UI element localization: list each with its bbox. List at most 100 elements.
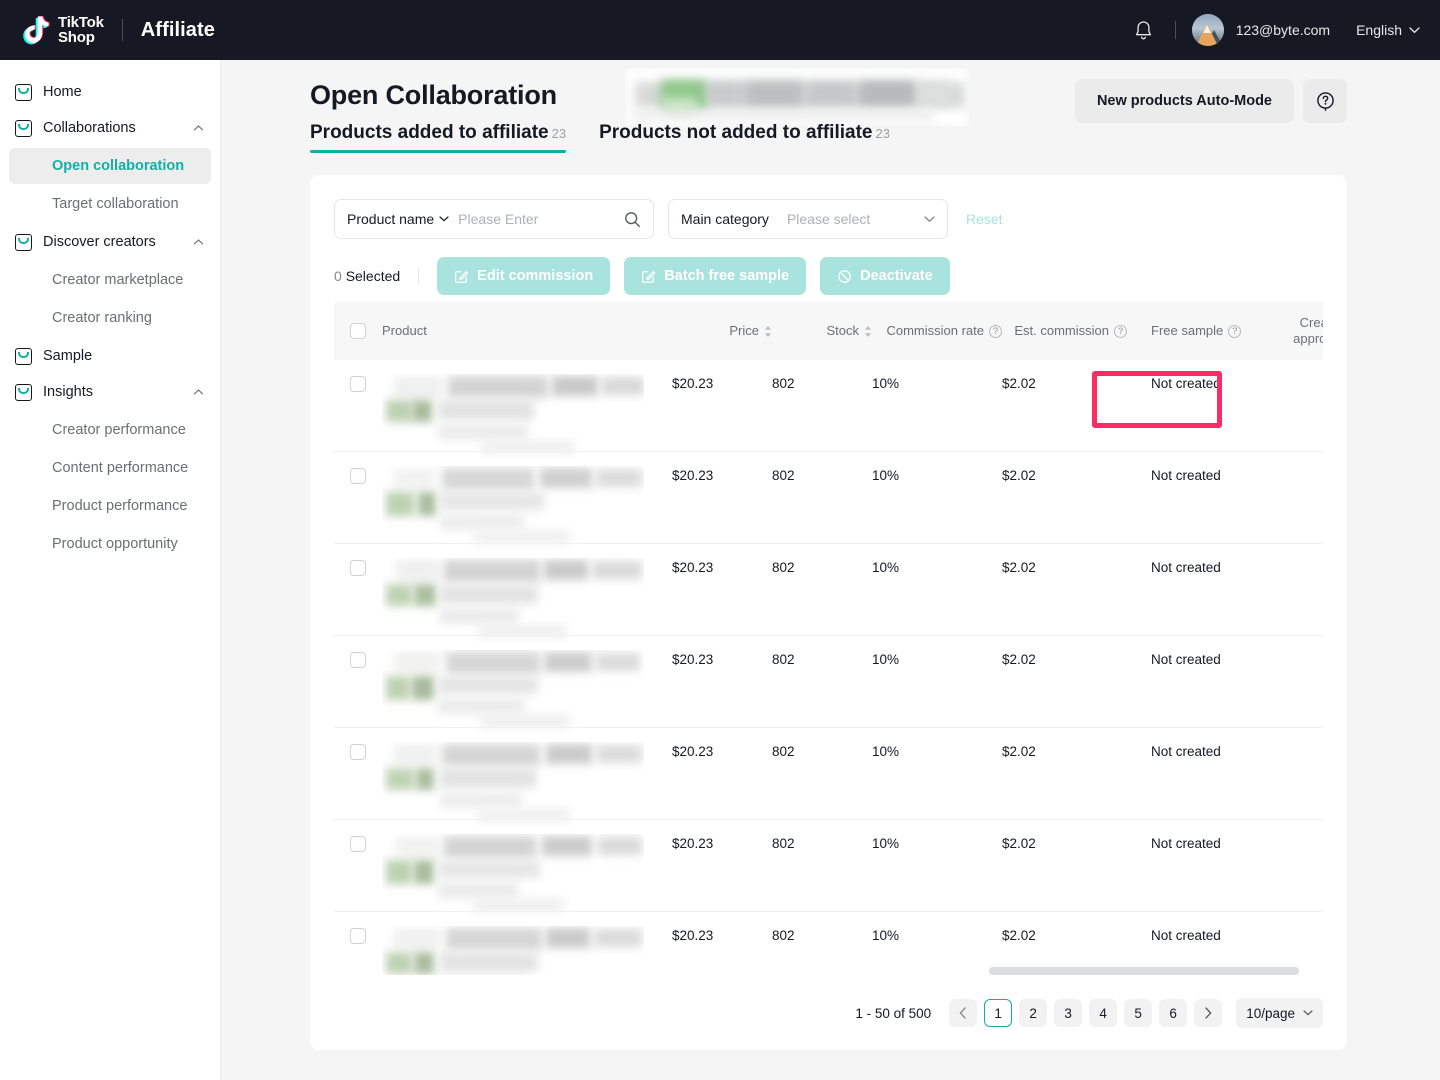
notifications-button[interactable] <box>1129 15 1159 45</box>
table-row[interactable]: $20.23 802 10% $2.02 Not created <box>334 636 1323 728</box>
sidebar-item-home[interactable]: Home <box>0 74 220 110</box>
price-cell: $20.23 <box>672 928 714 943</box>
main-category-label: Main category <box>681 211 769 227</box>
table-row[interactable]: $20.23 802 10% $2.02 Not created <box>334 360 1323 454</box>
tab-products-not-added[interactable]: Products not added to affiliate 23 <box>599 122 890 153</box>
product-name-dropdown[interactable]: Product name <box>347 211 449 227</box>
row-checkbox[interactable] <box>350 836 366 852</box>
sidebar-item-label: Target collaboration <box>52 196 179 212</box>
creator-approval-cell <box>1267 834 1323 836</box>
brand-logo[interactable]: TikTok Shop <box>22 14 104 46</box>
pagination-page-3[interactable]: 3 <box>1054 999 1083 1027</box>
top-navigation-bar: TikTok Shop Affiliate 123@byte.com Engli… <box>0 0 1440 60</box>
sidebar-item-product-opportunity[interactable]: Product opportunity <box>9 526 211 562</box>
row-checkbox[interactable] <box>350 376 366 392</box>
sidebar-item-insights[interactable]: Insights <box>0 374 220 410</box>
deactivate-button[interactable]: Deactivate <box>820 257 950 295</box>
column-header-est-commission: Est. commission ? <box>1002 323 1127 339</box>
wordmark-line-1: TikTok <box>58 14 104 31</box>
sidebar-item-sample[interactable]: Sample <box>0 338 220 374</box>
column-header-price[interactable]: Price <box>672 323 772 339</box>
free-sample-cell[interactable]: Not created <box>1127 558 1267 575</box>
info-tooltip-icon[interactable]: ? <box>1228 324 1242 338</box>
main-category-filter[interactable]: Main category Please select <box>668 199 948 239</box>
row-checkbox[interactable] <box>350 652 366 668</box>
column-header-stock[interactable]: Stock <box>772 323 872 339</box>
deactivate-label: Deactivate <box>860 268 933 284</box>
row-checkbox[interactable] <box>350 928 366 944</box>
avatar[interactable] <box>1191 14 1224 46</box>
chevron-up-icon <box>193 238 204 244</box>
info-tooltip-icon[interactable]: ? <box>1114 324 1127 338</box>
sidebar-item-target-collaboration[interactable]: Target collaboration <box>9 186 211 222</box>
search-input[interactable] <box>458 211 624 227</box>
main-category-value[interactable]: Please select <box>787 211 924 227</box>
page-size-selector[interactable]: 10/page <box>1236 998 1323 1028</box>
pagination-page-2[interactable]: 2 <box>1019 999 1048 1027</box>
pagination-page-1[interactable]: 1 <box>984 999 1013 1027</box>
product-thumbnail-and-name-redacted <box>382 650 644 734</box>
free-sample-cell[interactable]: Not created <box>1127 834 1267 851</box>
creator-approval-cell <box>1267 926 1323 928</box>
selected-count-label: Selected <box>345 268 401 284</box>
product-cell[interactable] <box>382 374 672 458</box>
search-icon[interactable] <box>624 211 641 228</box>
sidebar-item-label: Discover creators <box>43 234 156 250</box>
est-commission-cell: $2.02 <box>1002 376 1036 391</box>
product-cell[interactable] <box>382 558 672 642</box>
row-select-cell <box>334 926 382 944</box>
sort-icon[interactable] <box>764 325 772 338</box>
batch-free-sample-button[interactable]: Batch free sample <box>624 257 807 295</box>
pagination-page-4[interactable]: 4 <box>1089 999 1118 1027</box>
pagination-prev-button[interactable] <box>949 999 978 1027</box>
free-sample-cell[interactable]: Not created <box>1127 926 1267 943</box>
sidebar-item-product-performance[interactable]: Product performance <box>9 488 211 524</box>
free-sample-cell[interactable]: Not created <box>1127 650 1267 667</box>
sidebar-item-content-performance[interactable]: Content performance <box>9 450 211 486</box>
language-selector[interactable]: English <box>1356 22 1420 38</box>
horizontal-scrollbar-thumb[interactable] <box>989 967 1299 975</box>
horizontal-scrollbar-track[interactable] <box>358 967 1311 975</box>
pagination-page-5[interactable]: 5 <box>1124 999 1153 1027</box>
table-row[interactable]: $20.23 802 10% $2.02 Not created <box>334 452 1323 544</box>
edit-commission-button[interactable]: Edit commission <box>437 257 611 295</box>
product-name-filter[interactable]: Product name <box>334 199 654 239</box>
select-all-checkbox[interactable] <box>350 323 366 339</box>
product-cell[interactable] <box>382 650 672 734</box>
edit-commission-label: Edit commission <box>477 268 594 284</box>
user-email[interactable]: 123@byte.com <box>1236 22 1330 38</box>
table-row[interactable]: $20.23 802 10% $2.02 Not created <box>334 912 1323 975</box>
sidebar-item-creator-ranking[interactable]: Creator ranking <box>9 300 211 336</box>
sort-icon[interactable] <box>864 325 872 338</box>
pagination-page-6[interactable]: 6 <box>1159 999 1188 1027</box>
help-button[interactable] <box>1303 79 1347 123</box>
product-cell[interactable] <box>382 466 672 550</box>
price-cell: $20.23 <box>672 836 714 851</box>
sidebar-item-collaborations[interactable]: Collaborations <box>0 110 220 146</box>
sidebar-item-discover-creators[interactable]: Discover creators <box>0 224 220 260</box>
table-row[interactable]: $20.23 802 10% $2.02 Not created <box>334 820 1323 912</box>
sidebar-item-open-collaboration[interactable]: Open collaboration <box>9 148 211 184</box>
table-row[interactable]: $20.23 802 10% $2.02 Not created <box>334 544 1323 638</box>
product-cell[interactable] <box>382 742 672 826</box>
chevron-down-icon <box>924 215 935 222</box>
commission-rate-cell: 10% <box>872 652 900 667</box>
tab-products-added[interactable]: Products added to affiliate 23 <box>310 122 567 153</box>
free-sample-cell[interactable]: Not created <box>1127 742 1267 759</box>
sidebar-item-creator-marketplace[interactable]: Creator marketplace <box>9 262 211 298</box>
free-sample-cell[interactable]: Not created <box>1127 374 1267 391</box>
free-sample-cell[interactable]: Not created <box>1127 466 1267 483</box>
new-products-auto-mode-button[interactable]: New products Auto-Mode <box>1074 79 1294 123</box>
reset-filters-link[interactable]: Reset <box>966 211 1003 227</box>
brand-divider <box>121 19 123 41</box>
row-checkbox[interactable] <box>350 744 366 760</box>
table-row[interactable]: $20.23 802 10% $2.02 Not created <box>334 728 1323 822</box>
row-checkbox[interactable] <box>350 560 366 576</box>
row-checkbox[interactable] <box>350 468 366 484</box>
nav-item-icon <box>15 347 32 365</box>
info-tooltip-icon[interactable]: ? <box>989 324 1002 338</box>
sidebar-item-creator-performance[interactable]: Creator performance <box>9 412 211 448</box>
table-body: $20.23 802 10% $2.02 Not created $20.23 … <box>334 360 1323 975</box>
pagination-next-button[interactable] <box>1194 999 1223 1027</box>
product-cell[interactable] <box>382 834 672 918</box>
